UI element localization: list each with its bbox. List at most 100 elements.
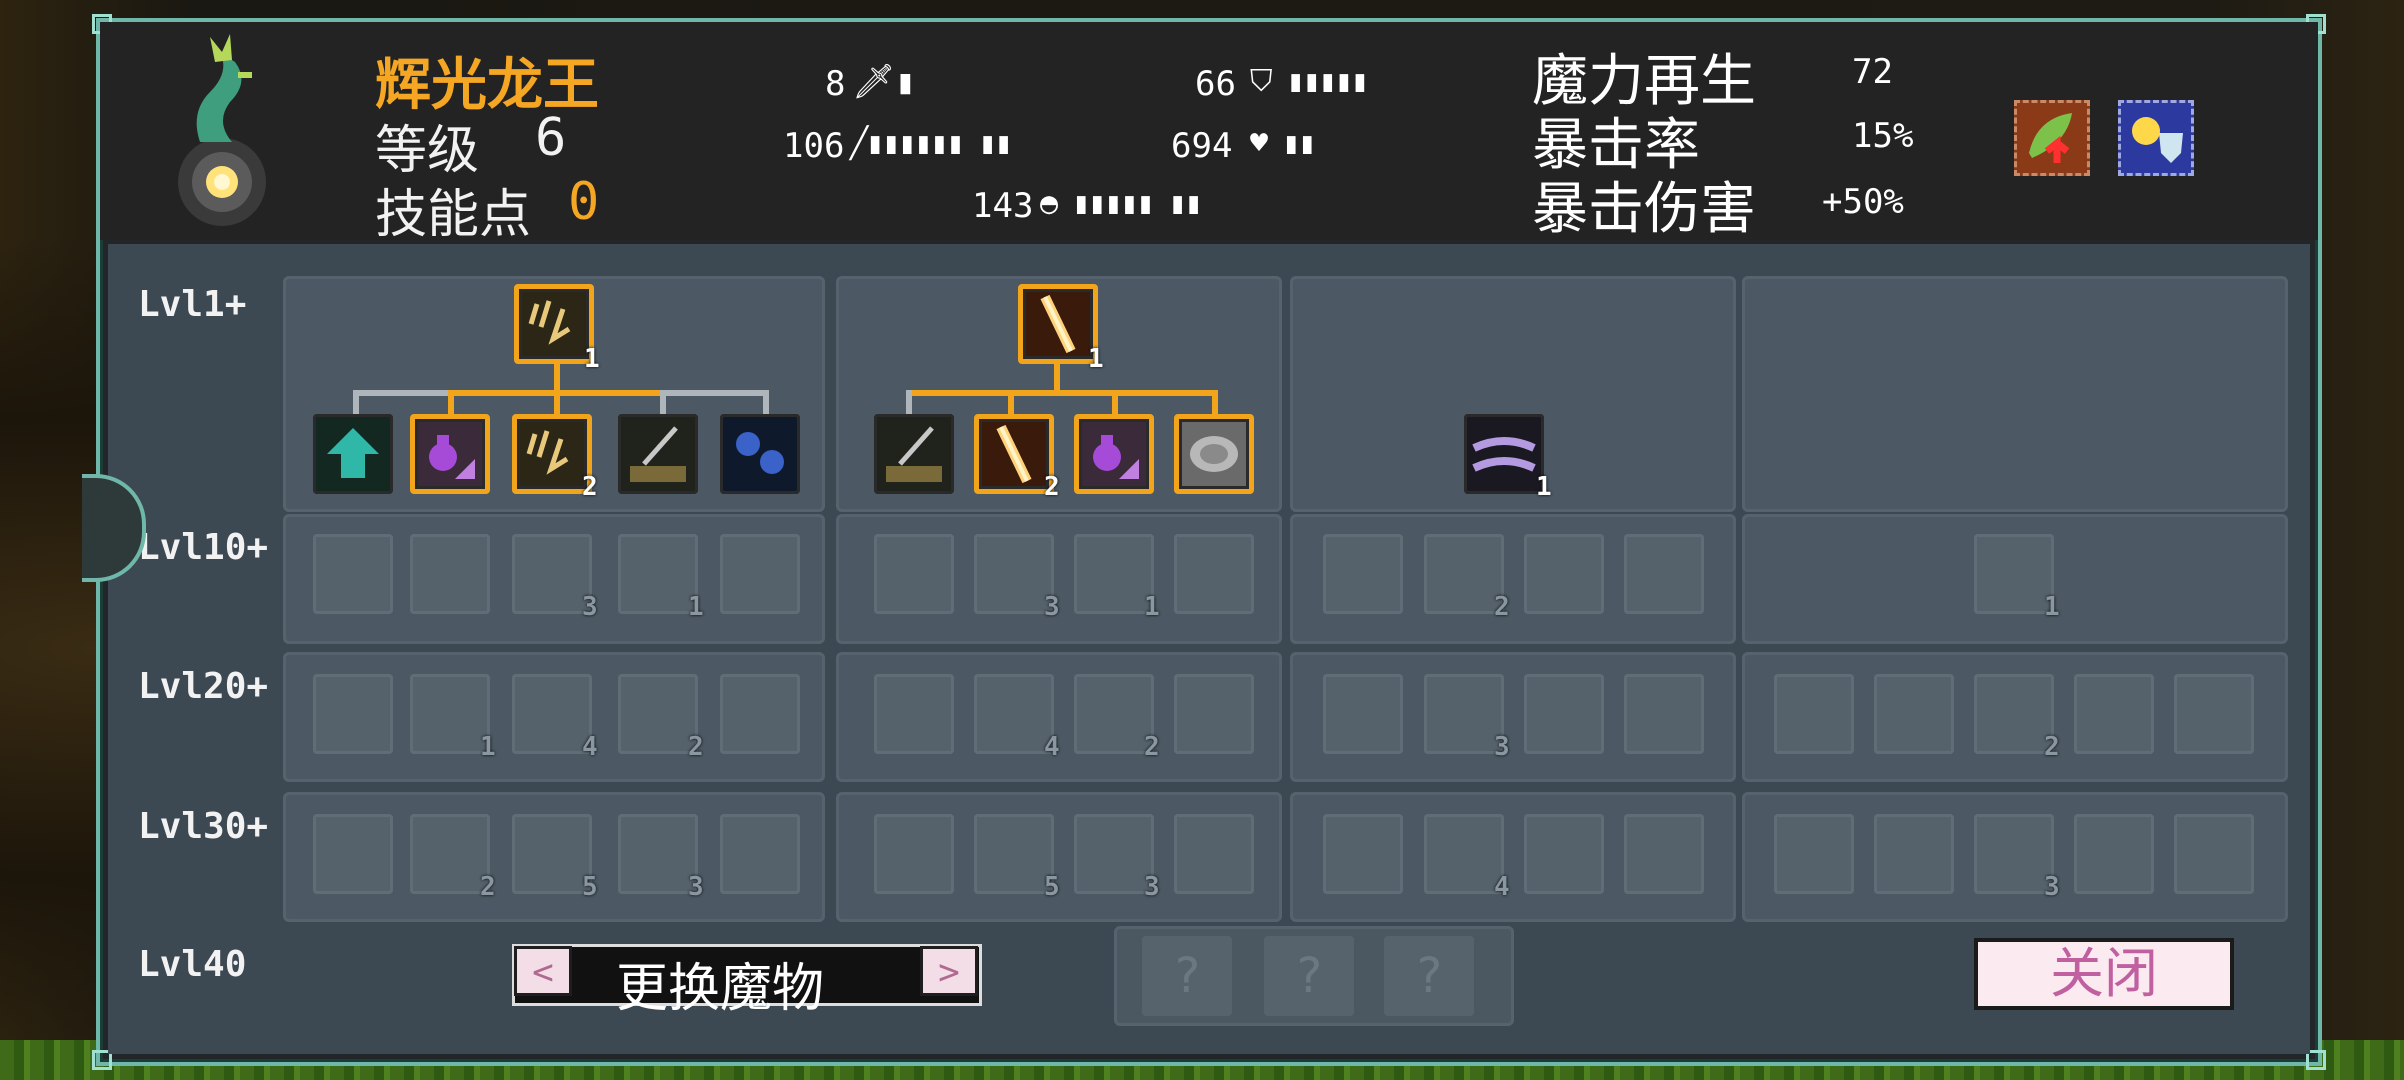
locked-skill-icon [974,534,1054,614]
locked-skill-icon [618,674,698,754]
skill-level: 3 [1144,872,1160,902]
locked-skill-icon [410,534,490,614]
connector [1112,390,1118,414]
locked-skill-icon [720,814,800,894]
connector [448,390,454,414]
upgrade-arrow-icon[interactable] [313,414,393,494]
connector [353,390,359,414]
skill-level: 3 [1044,592,1060,622]
locked-skill-icon [1624,814,1704,894]
skill-level: 1 [2044,592,2060,622]
potion-skill-icon[interactable] [1074,414,1154,494]
attack-value: 8 [825,64,846,104]
locked-skill-icon [974,814,1054,894]
locked-skill-icon [1323,814,1403,894]
locked-skill-icon [874,814,954,894]
locked-skill-icon [2074,814,2154,894]
locked-skill-icon [313,814,393,894]
locked-skill-icon [1874,674,1954,754]
level-row-label: Lvl40 [138,944,247,985]
connector [1212,390,1218,414]
connector [554,362,560,392]
laser-skill-icon[interactable] [1018,284,1098,364]
skill-level: 3 [582,592,598,622]
locked-skill-icon [1424,534,1504,614]
locked-skill-icon [618,814,698,894]
locked-skill-icon [1074,674,1154,754]
locked-skill-icon [1424,814,1504,894]
skill-level: 2 [1494,592,1510,622]
next-monster-button[interactable]: > [920,946,978,996]
skill-tree-body: Lvl1+ Lvl10+ Lvl20+ Lvl30+ Lvl40 1 2 1 2… [108,244,2310,1054]
prev-monster-button[interactable]: < [514,946,572,996]
damage-value: 106 [783,126,845,166]
level-row-label: Lvl10+ [138,527,269,568]
locked-skill-icon [1424,674,1504,754]
level-row-label: Lvl30+ [138,806,269,847]
potion-skill-icon[interactable] [410,414,490,494]
crit-dmg-value: +50% [1822,182,1904,222]
close-button[interactable]: 关闭 [1974,938,2234,1010]
damage-bar: ╱▮▮▮▮▮▮ ▮▮ [850,126,1013,161]
skill-level: 2 [582,472,598,502]
locked-skill-icon [1524,674,1604,754]
locked-skill-icon [1074,534,1154,614]
skill-level: 2 [1144,732,1160,762]
monster-avatar [160,32,300,232]
skill-level: 1 [1536,472,1552,502]
locked-skill-icon [1774,814,1854,894]
locked-skill-icon [2074,674,2154,754]
locked-skill-icon [410,674,490,754]
connector [1054,362,1060,392]
skill-level: 2 [1044,472,1060,502]
whip-skill-icon[interactable] [618,414,698,494]
locked-skill-icon [1323,674,1403,754]
orb-skill-icon[interactable] [720,414,800,494]
skill-level: 3 [688,872,704,902]
connector [906,390,912,414]
connector [906,390,1218,396]
skill-points-label: 技能点 [375,185,532,245]
locked-skill-icon [1624,674,1704,754]
skill-level: 1 [1088,344,1104,374]
locked-skill-icon [512,534,592,614]
shield-buff-icon[interactable] [2118,100,2194,176]
change-monster-label: 更换魔物 [616,959,825,1019]
locked-skill-icon [874,674,954,754]
locked-skill-icon [874,534,954,614]
skill-level: 4 [1044,732,1060,762]
locked-slot: ? [1264,936,1354,1016]
leaf-buff-icon[interactable] [2014,100,2090,176]
locked-skill-icon [1174,534,1254,614]
locked-skill-icon [313,674,393,754]
skill-branch-4 [1742,276,2288,512]
locked-skill-icon [2174,674,2254,754]
hp-bar: ♥ ▮▮ [1250,126,1316,161]
locked-skill-icon [1874,814,1954,894]
skill-level: 1 [584,344,600,374]
locked-skill-icon [1624,534,1704,614]
hp-value: 694 [1171,126,1233,166]
level-row-label: Lvl1+ [138,284,247,325]
locked-skill-icon [1524,814,1604,894]
skill-level: 1 [480,732,496,762]
laser-skill-icon[interactable] [974,414,1054,494]
level-row-label: Lvl20+ [138,666,269,707]
monster-header: 辉光龙王 等级 6 技能点 0 8 🗡▮ 106 ╱▮▮▮▮▮▮ ▮▮ 143 … [100,22,2318,245]
vine-skill-icon[interactable] [1464,414,1544,494]
locked-skill-icon [1174,814,1254,894]
speed-bar: ◓ ▮▮▮▮▮ ▮▮ [1040,186,1203,221]
locked-skill-icon [512,674,592,754]
locked-skill-icon [1974,534,2054,614]
lightning-skill-icon[interactable] [512,414,592,494]
lightning-skill-icon[interactable] [514,284,594,364]
whip-skill-icon[interactable] [874,414,954,494]
attack-icon: 🗡▮ [852,62,916,102]
skill-level: 4 [582,732,598,762]
shield-skill-icon[interactable] [1174,414,1254,494]
locked-skill-icon [720,674,800,754]
skill-level: 5 [582,872,598,902]
locked-skill-icon [1323,534,1403,614]
locked-skill-icon [313,534,393,614]
skill-level: 3 [2044,872,2060,902]
